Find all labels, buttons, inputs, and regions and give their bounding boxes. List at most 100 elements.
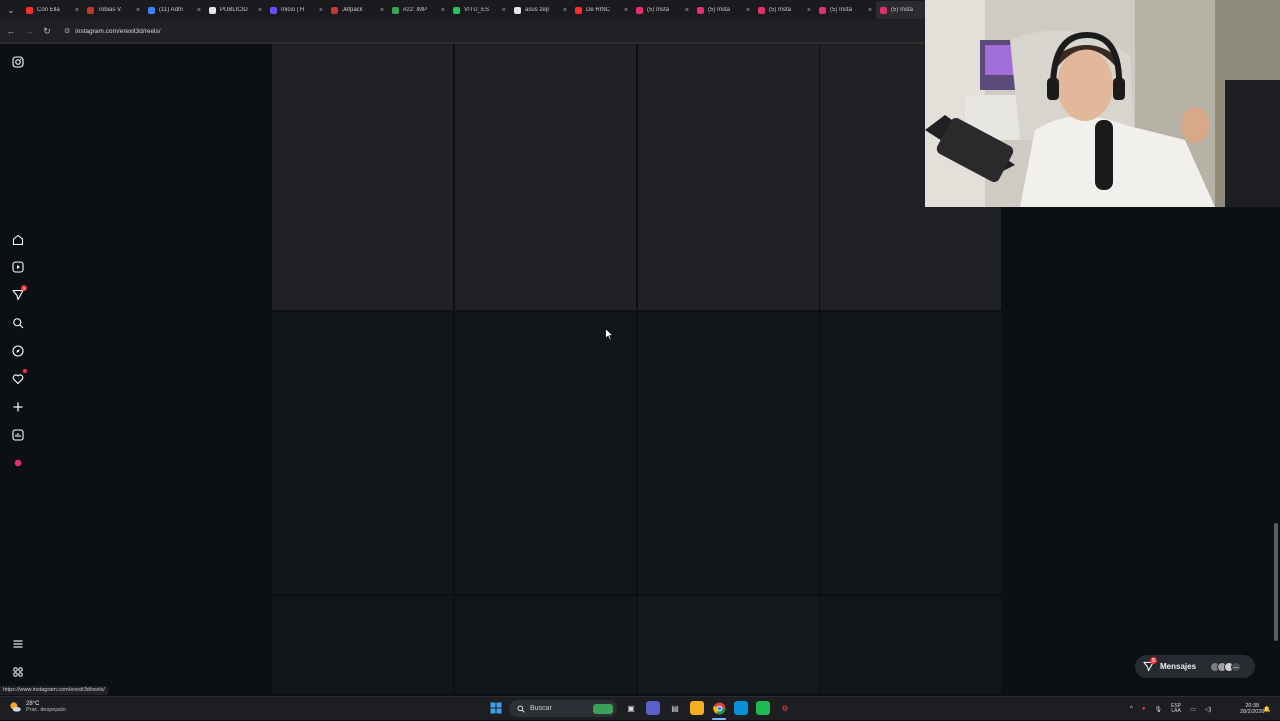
windows-start-icon[interactable] [489, 701, 503, 715]
file-explorer-icon[interactable] [690, 701, 704, 715]
tab-close-icon[interactable]: × [868, 7, 872, 14]
reel-tile[interactable] [455, 44, 636, 310]
tab-favicon-icon [636, 6, 643, 14]
task-view-icon[interactable]: ▣ [624, 701, 638, 715]
reel-tile[interactable] [638, 312, 819, 594]
dashboard-icon[interactable] [9, 426, 27, 444]
tab-close-icon[interactable]: × [319, 7, 323, 14]
lang-bottom: LAA [1171, 708, 1181, 714]
tab-favicon-icon [575, 6, 582, 14]
browser-tab[interactable]: (5) Insta × [693, 1, 754, 19]
taskbar-search-placeholder: Buscar [530, 705, 552, 712]
tab-close-icon[interactable]: × [380, 7, 384, 14]
messages-button[interactable]: 5 Mensajes … [1135, 655, 1255, 678]
heart-badge-dot [23, 369, 27, 373]
browser-tab[interactable]: Tobias V. × [83, 1, 144, 19]
browser-tab[interactable]: Jetpack × [327, 1, 388, 19]
spotify-icon[interactable] [756, 701, 770, 715]
tab-close-icon[interactable]: × [197, 7, 201, 14]
notification-bell-icon[interactable]: 🔔 [1263, 697, 1270, 721]
reel-tile[interactable] [638, 596, 819, 694]
reel-tile[interactable] [638, 44, 819, 310]
tab-favicon-icon [514, 6, 521, 14]
browser-tab[interactable]: asus zep × [510, 1, 571, 19]
tab-title: (5) Insta [769, 7, 792, 13]
back-icon[interactable]: ← [6, 24, 16, 38]
url-field[interactable]: ⚙ instagram.com/erexit3d/reels/ [60, 24, 161, 39]
tab-close-icon[interactable]: × [746, 7, 750, 14]
browser-tab[interactable]: (5) Insta × [815, 1, 876, 19]
browser-tab[interactable]: #22: IMP × [388, 1, 449, 19]
tab-favicon-icon [880, 6, 887, 14]
language-indicator[interactable]: ESP LAA [1171, 703, 1181, 715]
scrollbar-thumb[interactable] [1274, 523, 1278, 641]
system-tray: ^ ● 🎙 ESP LAA ▭ ◁) [1130, 697, 1211, 721]
tab-favicon-icon [87, 6, 94, 14]
browser-tab[interactable]: Inicio | H × [266, 1, 327, 19]
messages-icon[interactable]: 3 [9, 285, 27, 304]
chrome-icon[interactable] [712, 701, 726, 715]
url-text[interactable]: instagram.com/erexit3d/reels/ [75, 28, 160, 35]
tray-app-icon[interactable]: ● [1142, 706, 1146, 712]
profile-avatar-icon[interactable] [9, 454, 27, 472]
volume-icon[interactable]: ◁) [1205, 706, 1212, 713]
taskbar-search[interactable]: Buscar [509, 700, 617, 717]
reel-tile[interactable] [455, 312, 636, 594]
clock[interactable]: 20:38 28/2/2026 [1240, 697, 1264, 721]
search-icon[interactable] [9, 314, 27, 332]
tab-close-icon[interactable]: × [807, 7, 811, 14]
site-info-icon[interactable]: ⚙ [64, 27, 70, 35]
tab-close-icon[interactable]: × [685, 7, 689, 14]
reel-tile[interactable] [820, 312, 1001, 594]
tab-title: (5) Insta [830, 7, 853, 13]
tab-close-icon[interactable]: × [502, 7, 506, 14]
tab-search-icon[interactable]: ⌄ [4, 3, 18, 17]
reel-tile[interactable] [455, 596, 636, 694]
forward-icon[interactable]: → [24, 24, 34, 38]
webcam-overlay [925, 0, 1280, 207]
tab-close-icon[interactable]: × [75, 7, 79, 14]
more-menu-icon[interactable] [9, 635, 27, 653]
edge-app-icon[interactable] [734, 701, 748, 715]
tray-chevron-icon[interactable]: ^ [1130, 706, 1133, 712]
notepad-icon[interactable]: ▤ [668, 701, 682, 715]
tab-favicon-icon [331, 6, 338, 14]
tab-favicon-icon [758, 6, 765, 14]
search-highlight-icon [593, 703, 613, 714]
browser-tab[interactable]: (5) Insta × [632, 1, 693, 19]
tab-close-icon[interactable]: × [136, 7, 140, 14]
settings-app-icon[interactable]: ⚙ [778, 701, 792, 715]
create-plus-icon[interactable] [9, 398, 27, 416]
network-icon[interactable]: ▭ [1190, 706, 1196, 713]
weather-widget[interactable]: 28°C Prac. despejado [8, 700, 66, 714]
tab-title: De RINC [586, 7, 611, 13]
browser-tab[interactable]: PUBLICID × [205, 1, 266, 19]
browser-tab[interactable]: Con Ella × [22, 1, 83, 19]
reload-icon[interactable]: ↻ [42, 24, 52, 38]
browser-tab[interactable]: VITU_ES × [449, 1, 510, 19]
messages-label: Mensajes [1160, 662, 1197, 671]
tab-favicon-icon [270, 6, 277, 14]
microphone-icon[interactable]: 🎙 [1154, 706, 1162, 713]
tab-close-icon[interactable]: × [441, 7, 445, 14]
tab-title: VITU_ES [464, 7, 490, 13]
tab-close-icon[interactable]: × [258, 7, 262, 14]
reels-icon[interactable] [9, 258, 27, 276]
instagram-logo-icon[interactable] [9, 53, 27, 71]
tab-title: asus zep [525, 7, 550, 13]
explore-icon[interactable] [9, 342, 27, 360]
teams-icon[interactable] [646, 701, 660, 715]
reel-tile[interactable] [272, 596, 453, 694]
browser-tab[interactable]: (11) Adm × [144, 1, 205, 19]
browser-tab[interactable]: De RINC × [571, 1, 632, 19]
reel-tile[interactable] [272, 44, 453, 310]
threads-apps-icon[interactable] [9, 663, 27, 681]
tab-title: Tobias V. [98, 7, 123, 13]
reel-tile[interactable] [820, 596, 1001, 694]
reel-tile[interactable] [272, 312, 453, 594]
home-icon[interactable] [9, 231, 27, 249]
notifications-heart-icon[interactable] [9, 369, 27, 388]
tab-close-icon[interactable]: × [624, 7, 628, 14]
tab-close-icon[interactable]: × [563, 7, 567, 14]
browser-tab[interactable]: (5) Insta × [754, 1, 815, 19]
